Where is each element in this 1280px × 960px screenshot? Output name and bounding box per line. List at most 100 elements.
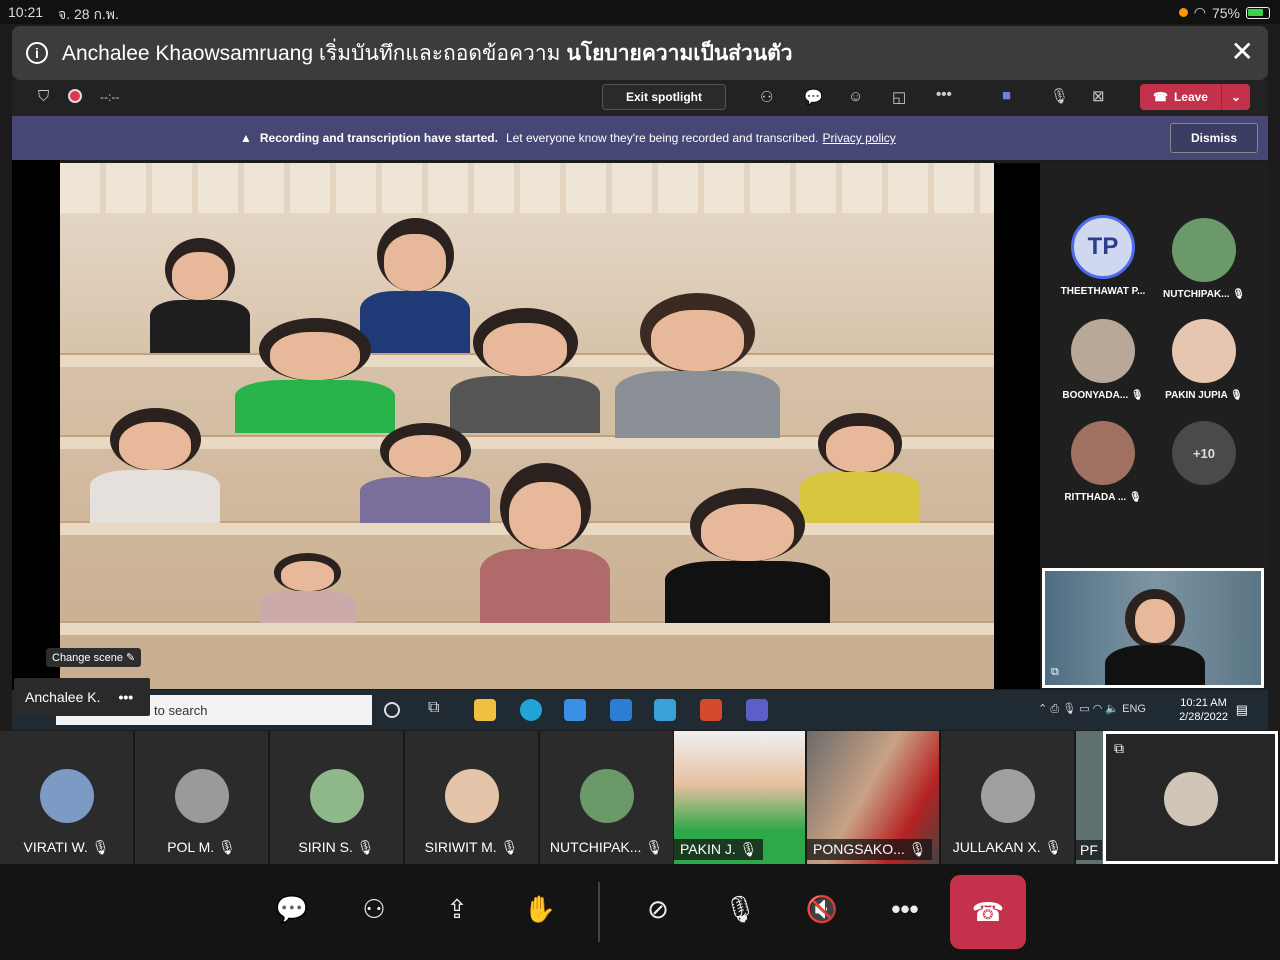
more-icon[interactable]: ••• — [883, 894, 927, 925]
privacy-policy-link[interactable]: Privacy policy — [822, 131, 895, 145]
recording-banner-title: Recording and transcription have started… — [259, 131, 498, 145]
participant-video — [450, 308, 600, 433]
participant-name: JULLAKAN X. — [952, 839, 1041, 855]
status-time: 10:21 — [8, 4, 44, 20]
participant-tile[interactable]: JULLAKAN X. 🎙 — [941, 731, 1075, 864]
edge-icon[interactable] — [520, 699, 542, 721]
meeting-toolbar: ⛉ --:-- Exit spotlight ⚇ 💬 ☺ ◱ ••• ■ 🎙 ⊠… — [12, 80, 1268, 116]
change-scene-button[interactable]: Change scene ✎ — [46, 648, 142, 667]
participant-video — [90, 408, 220, 523]
mic-off-icon[interactable]: 🎙 — [718, 894, 762, 925]
participant-video-tile[interactable]: PAKIN J. 🎙 — [674, 731, 806, 864]
participant-tile[interactable]: VIRATI W. 🎙 — [0, 731, 134, 864]
people-icon[interactable]: ⚇ — [760, 88, 773, 106]
more-participants-button[interactable]: +10 — [1154, 421, 1254, 492]
share-screen-icon[interactable]: ⇪ — [435, 894, 479, 925]
phone-hangup-icon: ☎ — [971, 896, 1005, 927]
participant-tile[interactable]: SIRIN S. 🎙 — [270, 731, 404, 864]
mail-icon[interactable] — [610, 699, 632, 721]
avatar — [309, 769, 364, 823]
participant-tile[interactable]: TP THEETHAWAT P... — [1053, 215, 1153, 297]
avatar — [39, 769, 94, 823]
task-view-icon[interactable]: ⧉ — [428, 699, 450, 721]
meeting-timer: --:-- — [100, 90, 120, 104]
stage-margin — [994, 163, 1040, 689]
participant-tile[interactable]: NUTCHIPAK... 🎙 — [1154, 218, 1254, 300]
notification-icon[interactable]: ▤ — [1236, 702, 1248, 718]
speaker-off-icon[interactable]: 🔇 — [800, 894, 844, 925]
avatar — [444, 769, 499, 823]
controls-divider — [598, 882, 600, 942]
more-icon[interactable]: ••• — [936, 86, 952, 103]
language-indicator[interactable]: ENG — [1122, 703, 1146, 715]
dismiss-button[interactable]: Dismiss — [1170, 123, 1258, 153]
battery-icon — [1246, 6, 1270, 19]
stage-ceiling — [60, 163, 994, 213]
presenter-name: Anchalee K. — [25, 689, 101, 705]
avatar — [579, 769, 634, 823]
self-tile[interactable]: ⧉ — [1103, 731, 1278, 864]
background-effects-icon[interactable]: ⧉ — [1051, 666, 1059, 679]
stage-margin — [12, 160, 60, 690]
powerpoint-icon[interactable] — [700, 699, 722, 721]
more-icon[interactable]: ••• — [119, 689, 134, 705]
avatar — [1172, 218, 1236, 282]
participant-name: PAKIN J. — [680, 841, 736, 857]
participant-tile[interactable]: RITTHADA ... 🎙 — [1053, 421, 1153, 503]
mic-off-icon: 🎙 — [1232, 289, 1245, 300]
leave-button[interactable]: ☎ Leave ⌄ — [1140, 84, 1250, 110]
together-mode-stage — [60, 163, 994, 689]
participant-tile[interactable]: BOONYADA... 🎙 — [1053, 319, 1153, 401]
participant-name: NUTCHIPAK... — [549, 839, 642, 855]
pencil-icon: ✎ — [126, 652, 136, 664]
recording-notice: i Anchalee Khaowsamruang เริ่มบันทึกและถ… — [12, 26, 1268, 80]
store-icon[interactable] — [564, 699, 586, 721]
rooms-icon[interactable]: ◱ — [892, 88, 906, 106]
mic-off-icon: 🎙 — [1044, 839, 1063, 855]
change-scene-label: Change scene — [52, 652, 123, 664]
avatar: TP — [1071, 215, 1135, 279]
participant-video-tile[interactable]: PF — [1076, 731, 1104, 864]
camera-off-icon[interactable]: ⊘ — [636, 894, 680, 925]
teams-icon[interactable] — [746, 699, 768, 721]
participant-tile[interactable]: POL M. 🎙 — [135, 731, 269, 864]
participant-name: BOONYADA... — [1062, 390, 1129, 401]
participant-name: PF — [1080, 842, 1098, 858]
bench-row — [60, 621, 994, 635]
participant-name: THEETHAWAT P... — [1060, 286, 1146, 297]
participant-tile[interactable]: NUTCHIPAK... 🎙 — [540, 731, 674, 864]
mic-off-icon: 🎙 — [1230, 390, 1243, 401]
chat-icon[interactable]: 💬 — [270, 894, 314, 925]
background-effects-icon[interactable]: ⧉ — [1114, 740, 1124, 757]
participants-icon[interactable]: ⚇ — [352, 894, 396, 925]
hang-up-button[interactable]: ☎ — [950, 875, 1026, 949]
close-icon[interactable]: ✕ — [1231, 38, 1254, 66]
privacy-link[interactable]: นโยบายความเป็นส่วนตัว — [566, 37, 792, 70]
mic-off-icon: 🎙 — [645, 839, 664, 855]
participant-tile[interactable]: PAKIN JUPIA 🎙 — [1154, 319, 1254, 401]
participant-tile[interactable]: SIRIWIT M. 🎙 — [405, 731, 539, 864]
presenter-name-badge[interactable]: Anchalee K. ••• — [14, 678, 150, 716]
photos-icon[interactable] — [654, 699, 676, 721]
notice-text: Anchalee Khaowsamruang เริ่มบันทึกและถอด… — [62, 41, 561, 65]
mic-off-icon: 🎙 — [356, 839, 375, 855]
chevron-down-icon[interactable]: ⌄ — [1222, 90, 1250, 104]
presenter-video — [665, 488, 830, 623]
raise-hand-icon[interactable]: ✋ — [518, 894, 562, 925]
participant-video-tile[interactable]: PONGSAKO... 🎙 — [807, 731, 940, 864]
windows-taskbar: to search ⧉ ⌃ ⎙ 🎙 ▭ ◠ 🔈 ENG 10:21 AM 2/2… — [12, 690, 1268, 730]
chat-icon[interactable]: 💬 — [804, 88, 823, 106]
file-explorer-icon[interactable] — [474, 699, 496, 721]
system-clock[interactable]: 10:21 AM 2/28/2022 — [1179, 696, 1228, 724]
exit-spotlight-button[interactable]: Exit spotlight — [602, 84, 726, 110]
participant-video — [235, 318, 395, 433]
info-icon: i — [26, 42, 48, 64]
ipad-call-controls: 💬 ⚇ ⇪ ✋ ⊘ 🎙 🔇 ••• ☎ — [0, 864, 1280, 960]
participant-video — [800, 413, 920, 523]
avatar — [1163, 772, 1218, 826]
camera-icon[interactable]: ■ — [1002, 87, 1011, 104]
cortana-icon[interactable] — [384, 702, 400, 718]
share-icon[interactable]: ⊠ — [1092, 87, 1105, 105]
reactions-icon[interactable]: ☺ — [848, 88, 863, 105]
mic-icon[interactable]: 🎙 — [1050, 87, 1069, 105]
